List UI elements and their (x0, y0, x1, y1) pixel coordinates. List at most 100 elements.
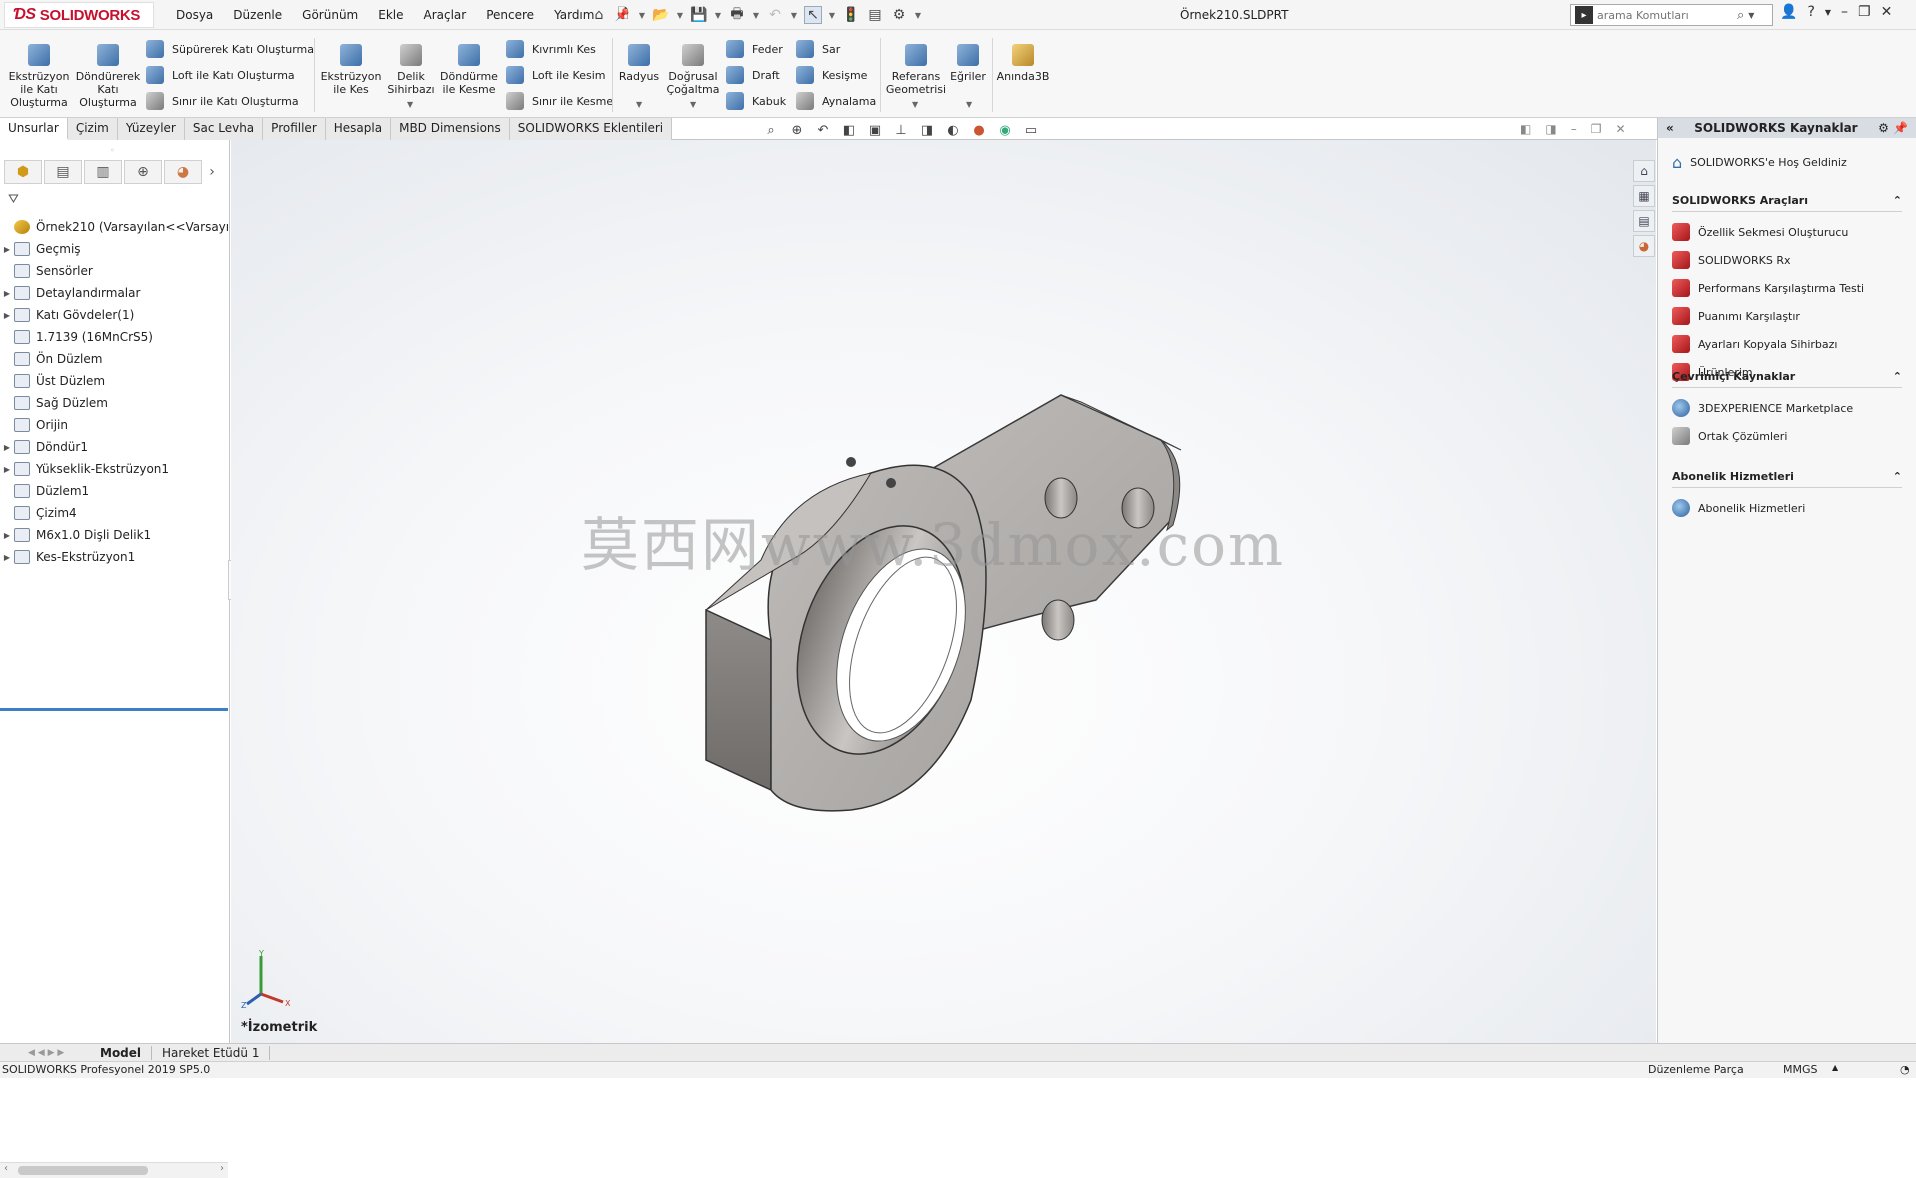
chevron-up-icon[interactable]: ⌃ (1893, 370, 1902, 383)
chevron-down-icon[interactable]: ▼ (790, 6, 798, 24)
close-icon[interactable]: ✕ (1615, 122, 1625, 136)
close-icon[interactable]: ✕ (1881, 4, 1893, 20)
chevron-down-icon[interactable]: ▼ (966, 100, 972, 109)
feature-tree-item[interactable]: ▶ M6x1.0 Dişli Delik1 (0, 524, 228, 546)
feature-tree-item[interactable]: Düzlem1 (0, 480, 228, 502)
tile-right-icon[interactable]: ◨ (1545, 122, 1556, 136)
revolve-boss-button[interactable]: Döndürerek Katı Oluşturma (73, 44, 143, 109)
configuration-manager-tab-icon[interactable]: ▥ (84, 160, 122, 184)
edit-appearance-icon[interactable]: ● (970, 122, 988, 138)
welcome-link[interactable]: ⌂ SOLIDWORKS'e Hoş Geldiniz (1672, 148, 1902, 176)
pin-icon[interactable]: 📌 (1893, 121, 1908, 135)
menu-window[interactable]: Pencere (486, 8, 534, 22)
tool-link[interactable]: SOLIDWORKS Rx (1672, 246, 1902, 274)
menu-edit[interactable]: Düzenle (233, 8, 282, 22)
partner-solutions-link[interactable]: Ortak Çözümleri (1672, 422, 1902, 450)
chevron-down-icon[interactable]: ▼ (828, 6, 836, 24)
new-document-icon[interactable]: 🗋 (614, 6, 632, 24)
shell-button[interactable]: Kabuk (726, 92, 786, 110)
chevron-down-icon[interactable]: ▼ (1748, 11, 1754, 20)
tab-motion-study[interactable]: Hareket Etüdü 1 (152, 1045, 271, 1060)
feature-tree-item[interactable]: Ön Düzlem (0, 348, 228, 370)
save-icon[interactable]: 💾 (690, 6, 708, 24)
boundary-cut-button[interactable]: Sınır ile Kesme (506, 92, 613, 110)
tab-features[interactable]: Unsurlar (0, 118, 68, 140)
home-icon[interactable]: ⌂ (1633, 160, 1655, 182)
instant3d-button[interactable]: Anında3B (988, 44, 1058, 83)
section-view-icon[interactable]: ◧ (840, 122, 858, 138)
wrap-button[interactable]: Sar (796, 40, 840, 58)
search-input[interactable] (1597, 8, 1737, 22)
feature-tree-item[interactable]: 1.7139 (16MnCrS5) (0, 326, 228, 348)
chevron-down-icon[interactable]: ▼ (638, 6, 646, 24)
intersect-button[interactable]: Kesişme (796, 66, 867, 84)
chevron-down-icon[interactable]: ▼ (752, 6, 760, 24)
search-box[interactable]: ▸ ⌕ ▼ (1570, 4, 1773, 26)
scroll-right-icon[interactable]: › (220, 1163, 224, 1174)
marketplace-link[interactable]: 3DEXPERIENCE Marketplace (1672, 394, 1902, 422)
search-icon[interactable]: ⌕ (1737, 8, 1744, 23)
feature-tree-item[interactable]: ▶ Katı Gövdeler(1) (0, 304, 228, 326)
menu-view[interactable]: Görünüm (302, 8, 358, 22)
menu-file[interactable]: Dosya (176, 8, 213, 22)
file-explorer-icon[interactable]: ▤ (1633, 210, 1655, 232)
tab-evaluate[interactable]: Hesapla (325, 118, 392, 140)
select-cursor-icon[interactable]: ↖ (804, 6, 822, 24)
expand-arrow-icon[interactable]: ▶ (0, 531, 14, 540)
feature-tree-item[interactable]: ▶ Kes-Ekstrüzyon1 (0, 546, 228, 568)
tool-link[interactable]: Performans Karşılaştırma Testi (1672, 274, 1902, 302)
chevron-up-icon[interactable]: ⌃ (1893, 470, 1902, 483)
hide-show-items-icon[interactable]: ◐ (944, 122, 962, 138)
feature-tree-item[interactable]: Sensörler (0, 260, 228, 282)
chevron-right-icon[interactable]: › (204, 160, 220, 184)
collapse-icon[interactable]: « (1666, 121, 1674, 135)
feature-tree-item[interactable]: Orijin (0, 414, 228, 436)
user-icon[interactable]: 👤 (1780, 4, 1797, 20)
property-manager-tab-icon[interactable]: ▤ (44, 160, 82, 184)
chevron-down-icon[interactable]: ▼ (690, 100, 696, 109)
chevron-down-icon[interactable]: ▼ (676, 6, 684, 24)
draft-button[interactable]: Draft (726, 66, 780, 84)
appearances-icon[interactable]: ◕ (1633, 235, 1655, 257)
feature-tree-item[interactable]: ▶ Yükseklik-Ekstrüzyon1 (0, 458, 228, 480)
part-model-3d[interactable] (231, 140, 1656, 1043)
feature-tree-item[interactable]: Sağ Düzlem (0, 392, 228, 414)
tab-sketch[interactable]: Çizim (67, 118, 118, 140)
dynamic-annotation-icon[interactable]: ▣ (866, 122, 884, 138)
revolve-cut-button[interactable]: Döndürme ile Kesme (434, 44, 504, 96)
tool-link[interactable]: Ayarları Kopyala Sihirbazı (1672, 330, 1902, 358)
horizontal-scrollbar[interactable]: ‹ › (0, 1162, 228, 1178)
expand-arrow-icon[interactable]: ▶ (0, 443, 14, 452)
tooltip-icon[interactable]: ◔ (1900, 1063, 1910, 1076)
chevron-down-icon[interactable]: ▼ (914, 6, 922, 24)
tab-mbd-dimensions[interactable]: MBD Dimensions (391, 118, 510, 140)
feature-tree-item[interactable]: ▶ Detaylandırmalar (0, 282, 228, 304)
previous-view-icon[interactable]: ↶ (814, 122, 832, 138)
expand-arrow-icon[interactable]: ▶ (0, 289, 14, 298)
mirror-button[interactable]: Aynalama (796, 92, 876, 110)
menu-tools[interactable]: Araçlar (424, 8, 467, 22)
menu-insert[interactable]: Ekle (378, 8, 403, 22)
restore-icon[interactable]: ❐ (1591, 122, 1602, 136)
tab-scroll-arrows-icon[interactable]: ◀ ◀ ▶ ▶ (0, 1048, 90, 1058)
tab-model[interactable]: Model (90, 1045, 153, 1060)
zoom-to-fit-icon[interactable]: ⌕ (762, 122, 780, 138)
expand-arrow-icon[interactable]: ▶ (0, 553, 14, 562)
expand-arrow-icon[interactable]: ▶ (0, 245, 14, 254)
rollback-bar[interactable] (0, 708, 228, 711)
view-orientation-icon[interactable]: ⊥ (892, 122, 910, 138)
tile-left-icon[interactable]: ◧ (1520, 122, 1531, 136)
tool-link[interactable]: Puanımı Karşılaştır (1672, 302, 1902, 330)
options-gear-icon[interactable]: ⚙ (890, 6, 908, 24)
scroll-left-icon[interactable]: ‹ (4, 1163, 8, 1174)
loft-boss-button[interactable]: Loft ile Katı Oluşturma (146, 66, 295, 84)
feature-tree-item[interactable]: Çizim4 (0, 502, 228, 524)
expand-arrow-icon[interactable]: ▶ (0, 311, 14, 320)
home-icon[interactable]: ⌂ (590, 6, 608, 24)
chevron-up-icon[interactable]: ▲ (1832, 1063, 1838, 1072)
view-settings-icon[interactable]: ▭ (1022, 122, 1040, 138)
undo-icon[interactable]: ↶ (766, 6, 784, 24)
chevron-down-icon[interactable]: ▼ (636, 100, 642, 109)
feature-tree-item[interactable]: ▶ Geçmiş (0, 238, 228, 260)
chevron-down-icon[interactable]: ▼ (714, 6, 722, 24)
